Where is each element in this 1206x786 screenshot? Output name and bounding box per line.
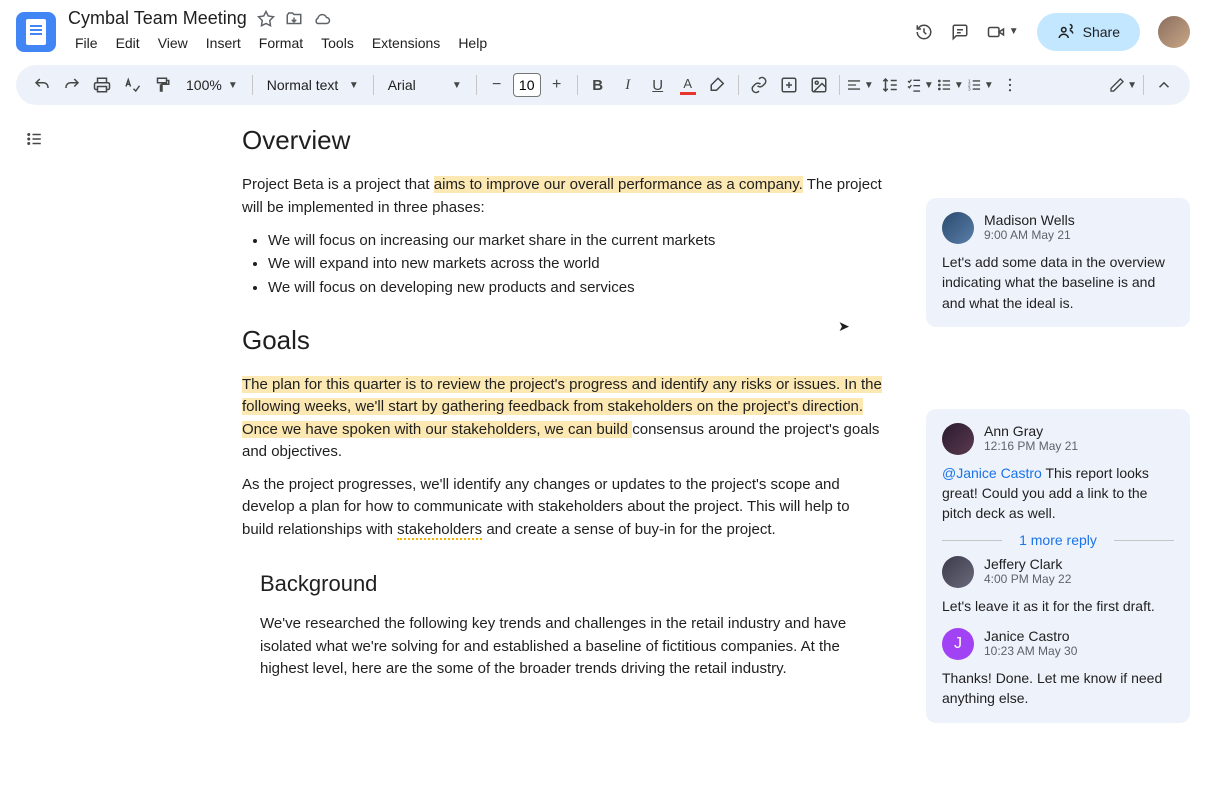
svg-text:3: 3 — [968, 86, 971, 91]
comment-card[interactable]: Madison Wells 9:00 AM May 21 Let's add s… — [926, 198, 1190, 327]
outline-toggle-icon[interactable] — [16, 121, 52, 157]
redo-icon[interactable] — [58, 71, 86, 99]
bullet-list-icon[interactable]: ▼ — [936, 71, 964, 99]
comment-avatar: J — [942, 628, 974, 660]
video-call-button[interactable]: ▼ — [987, 23, 1019, 41]
menu-format[interactable]: Format — [252, 31, 310, 55]
align-icon[interactable]: ▼ — [846, 71, 874, 99]
comment-author: Ann Gray — [984, 423, 1078, 439]
comment-time: 4:00 PM May 22 — [984, 572, 1071, 586]
user-avatar[interactable] — [1158, 16, 1190, 48]
list-item: We will expand into new markets across t… — [268, 252, 882, 275]
comment-time: 10:23 AM May 30 — [984, 644, 1077, 658]
comments-icon[interactable] — [951, 23, 969, 41]
comment-body: Let's add some data in the overview indi… — [942, 252, 1174, 313]
background-paragraph: We've researched the following key trend… — [260, 613, 860, 681]
menu-help[interactable]: Help — [451, 31, 494, 55]
history-icon[interactable] — [915, 23, 933, 41]
list-item: We will focus on increasing our market s… — [268, 229, 882, 252]
italic-icon[interactable]: I — [614, 71, 642, 99]
numbered-list-icon[interactable]: 123▼ — [966, 71, 994, 99]
menu-tools[interactable]: Tools — [314, 31, 361, 55]
list-item: We will focus on developing new products… — [268, 276, 882, 299]
font-dropdown[interactable]: Arial▼ — [380, 77, 470, 93]
cloud-status-icon[interactable] — [313, 10, 331, 28]
fontsize-input[interactable] — [513, 73, 541, 97]
heading-overview: Overview — [242, 125, 882, 156]
link-icon[interactable] — [745, 71, 773, 99]
print-icon[interactable] — [88, 71, 116, 99]
underline-icon[interactable]: U — [644, 71, 672, 99]
fontsize-increase-icon[interactable]: + — [543, 71, 571, 99]
insert-image-icon[interactable] — [805, 71, 833, 99]
comment-time: 9:00 AM May 21 — [984, 228, 1075, 242]
bold-icon[interactable]: B — [584, 71, 612, 99]
comment-author: Madison Wells — [984, 212, 1075, 228]
editing-mode-icon[interactable]: ▼ — [1109, 71, 1137, 99]
comment-thread[interactable]: Ann Gray 12:16 PM May 21 @Janice Castro … — [926, 409, 1190, 723]
paint-format-icon[interactable] — [148, 71, 176, 99]
line-spacing-icon[interactable] — [876, 71, 904, 99]
menu-file[interactable]: File — [68, 31, 105, 55]
star-icon[interactable] — [257, 10, 275, 28]
document-body[interactable]: Overview Project Beta is a project that … — [242, 125, 882, 691]
goals-paragraph-2: As the project progresses, we'll identif… — [242, 474, 882, 542]
menu-view[interactable]: View — [151, 31, 195, 55]
collapse-icon[interactable] — [1150, 71, 1178, 99]
overview-list: We will focus on increasing our market s… — [268, 229, 882, 299]
goals-paragraph: The plan for this quarter is to review t… — [242, 374, 882, 464]
comment-author: Jeffery Clark — [984, 556, 1071, 572]
share-icon — [1057, 23, 1075, 41]
document-title[interactable]: Cymbal Team Meeting — [68, 8, 247, 29]
add-comment-icon[interactable] — [775, 71, 803, 99]
move-icon[interactable] — [285, 10, 303, 28]
spellcheck-icon[interactable] — [118, 71, 146, 99]
mention: @Janice Castro — [942, 465, 1042, 481]
comment-avatar — [942, 212, 974, 244]
overview-paragraph: Project Beta is a project that aims to i… — [242, 174, 882, 219]
undo-icon[interactable] — [28, 71, 56, 99]
comment-author: Janice Castro — [984, 628, 1077, 644]
docs-logo-icon[interactable] — [16, 12, 56, 52]
more-replies-link[interactable]: 1 more reply — [942, 532, 1174, 548]
menu-extensions[interactable]: Extensions — [365, 31, 447, 55]
style-dropdown[interactable]: Normal text▼ — [259, 77, 367, 93]
comment-time: 12:16 PM May 21 — [984, 439, 1078, 453]
comment-body: @Janice Castro This report looks great! … — [942, 463, 1174, 524]
text-color-icon[interactable]: A — [674, 71, 702, 99]
comment-avatar — [942, 423, 974, 455]
checklist-icon[interactable]: ▼ — [906, 71, 934, 99]
heading-goals: Goals — [242, 325, 882, 356]
menu-insert[interactable]: Insert — [199, 31, 248, 55]
zoom-dropdown[interactable]: 100%▼ — [178, 77, 246, 93]
comment-avatar — [942, 556, 974, 588]
menu-edit[interactable]: Edit — [109, 31, 147, 55]
highlight-icon[interactable] — [704, 71, 732, 99]
comment-body: Thanks! Done. Let me know if need anythi… — [942, 668, 1174, 709]
fontsize-decrease-icon[interactable]: − — [483, 71, 511, 99]
comment-body: Let's leave it as it for the first draft… — [942, 596, 1174, 616]
heading-background: Background — [260, 571, 882, 597]
share-label: Share — [1083, 24, 1120, 40]
toolbar: 100%▼ Normal text▼ Arial▼ − + B I U A ▼ … — [16, 65, 1190, 105]
share-button[interactable]: Share — [1037, 13, 1140, 51]
cursor-icon: ➤ — [838, 318, 850, 335]
more-options-icon[interactable] — [996, 71, 1024, 99]
